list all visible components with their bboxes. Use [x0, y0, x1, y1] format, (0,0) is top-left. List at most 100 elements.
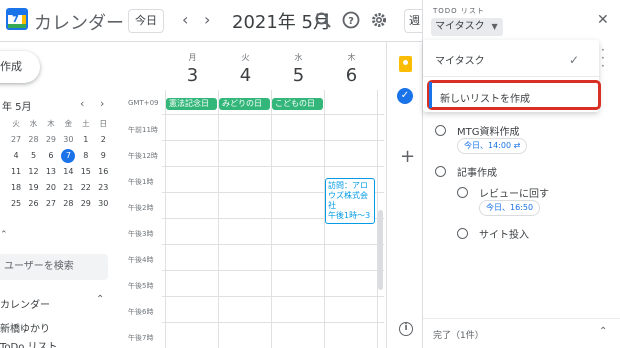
allday-event[interactable]: みどりの日 [219, 98, 270, 110]
hour-line [162, 322, 384, 323]
task-complete-radio[interactable] [435, 166, 446, 177]
chevron-up-icon[interactable]: ⌃ [96, 294, 104, 305]
day-header[interactable]: 水5 [272, 52, 325, 86]
mini-day[interactable]: 22 [77, 180, 94, 196]
mini-calendar-month: 年 5月 [2, 102, 32, 113]
mini-prev-button[interactable]: ‹ [80, 97, 84, 110]
timezone-label: GMT+09 [128, 99, 159, 107]
mini-day[interactable]: 6 [42, 148, 59, 164]
mini-dow: 火 [12, 119, 20, 128]
allday-event[interactable]: 憲法記念日 [166, 98, 217, 110]
mini-calendar-header-row: 火 水 木 金 土 日 [0, 116, 112, 132]
hour-line [162, 140, 384, 141]
task-complete-radio[interactable] [435, 125, 446, 136]
more-vert-icon[interactable]: · · · [601, 44, 605, 72]
mini-day-selected[interactable]: 7 [60, 148, 77, 164]
subtask-title[interactable]: レビューに回す [479, 185, 549, 200]
dropdown-arrow-icon: ▼ [491, 22, 498, 31]
mini-day[interactable]: 12 [25, 164, 42, 180]
help-icon[interactable]: ? [342, 11, 360, 29]
create-new-list-menu-item[interactable]: 新しいリストを作成 [427, 80, 601, 110]
settings-gear-icon[interactable] [370, 11, 388, 29]
calendar-item[interactable]: 新橋ゆかり [0, 320, 50, 335]
day-header[interactable]: 木6 [325, 52, 378, 86]
calendar-event[interactable]: 訪問：アロ ウズ株式会 社 午後1時〜3 [325, 178, 375, 224]
mini-day[interactable]: 9 [95, 148, 112, 164]
hour-line [162, 270, 384, 271]
mini-day[interactable]: 14 [60, 164, 77, 180]
app-title: カレンダー [34, 13, 124, 34]
day-header[interactable]: 火4 [219, 52, 272, 86]
completed-label: 完了（1件） [433, 331, 484, 341]
mini-day[interactable]: 27 [42, 196, 59, 212]
mini-day[interactable]: 27 [7, 132, 24, 148]
mini-day[interactable]: 20 [42, 180, 59, 196]
keep-icon[interactable] [399, 56, 412, 72]
my-calendars-header[interactable]: カレンダー [0, 296, 50, 311]
prev-week-button[interactable]: ‹ [182, 10, 188, 29]
mini-day[interactable]: 28 [60, 196, 77, 212]
calendar-item[interactable]: ToDo リスト [0, 338, 58, 348]
task-list-selector[interactable]: マイタスク ▼ [431, 18, 503, 36]
mini-day[interactable]: 30 [95, 196, 112, 212]
allday-event[interactable]: こどもの日 [272, 98, 323, 110]
check-icon: ✓ [569, 53, 580, 67]
collapse-caret-icon[interactable]: ⌃ [0, 230, 8, 240]
subtask-complete-radio[interactable] [457, 228, 468, 239]
add-addon-icon[interactable]: + [400, 146, 415, 167]
task-due-chip[interactable]: 今日、14:00 ⇄ [457, 138, 528, 154]
subtask-title[interactable]: サイト投入 [479, 226, 529, 241]
mini-day[interactable]: 26 [25, 196, 42, 212]
mini-day[interactable]: 8 [77, 148, 94, 164]
mini-day[interactable]: 25 [7, 196, 24, 212]
search-icon[interactable] [314, 11, 332, 29]
chevron-up-icon[interactable]: ⌃ [599, 326, 607, 337]
day-divider [218, 90, 219, 348]
today-button[interactable]: 今日 [128, 9, 164, 33]
hour-line [162, 114, 384, 115]
mini-day[interactable]: 28 [25, 132, 42, 148]
menu-item-my-tasks[interactable]: マイタスク [435, 52, 485, 67]
task-title[interactable]: MTG資料作成 [457, 123, 520, 138]
mini-day[interactable]: 29 [42, 132, 59, 148]
hour-line [162, 166, 384, 167]
mini-dow: 土 [82, 119, 90, 128]
mini-day[interactable]: 11 [7, 164, 24, 180]
mini-day[interactable]: 30 [60, 132, 77, 148]
time-label: 午後2時 [128, 204, 154, 212]
mini-day[interactable]: 2 [95, 132, 112, 148]
view-switcher-button[interactable]: 週 [404, 9, 424, 33]
mini-day[interactable]: 19 [25, 180, 42, 196]
day-header[interactable]: 月3 [166, 52, 219, 86]
mini-day[interactable]: 29 [77, 196, 94, 212]
tasks-check-icon[interactable]: ✓ [397, 88, 413, 104]
next-week-button[interactable]: › [204, 10, 210, 29]
hour-line [162, 296, 384, 297]
mini-calendar-week: 27 28 29 30 1 2 [0, 132, 112, 148]
subtask-due-chip[interactable]: 今日、16:50 [479, 200, 541, 216]
side-panel-strip: ✓ + i [386, 42, 422, 348]
info-icon[interactable]: i [399, 322, 413, 336]
close-icon[interactable]: ✕ [597, 12, 609, 28]
subtask-complete-radio[interactable] [457, 187, 468, 198]
mini-next-button[interactable]: › [100, 97, 104, 110]
calendar-logo-icon[interactable]: 7 [6, 8, 28, 30]
mini-day[interactable]: 18 [7, 180, 24, 196]
grid-scrollbar[interactable] [378, 210, 383, 290]
create-button[interactable]: 作成 [0, 51, 40, 83]
mini-dow: 金 [64, 119, 73, 128]
completed-section[interactable]: 完了（1件） ⌃ [423, 318, 620, 348]
task-title[interactable]: 記事作成 [457, 164, 497, 179]
mini-calendar-week: 4 5 6 7 8 9 [0, 148, 112, 164]
mini-day[interactable]: 21 [60, 180, 77, 196]
mini-day[interactable]: 15 [77, 164, 94, 180]
mini-day[interactable]: 13 [42, 164, 59, 180]
top-bar: 7 カレンダー 今日 ‹ › 2021年 5月 ? 週 [0, 0, 424, 42]
search-users-input[interactable]: ユーザーを検索 [0, 254, 108, 280]
mini-day[interactable]: 16 [95, 164, 112, 180]
mini-dow: 木 [47, 119, 55, 128]
mini-day[interactable]: 23 [95, 180, 112, 196]
mini-day[interactable]: 1 [77, 132, 94, 148]
mini-day[interactable]: 5 [25, 148, 42, 164]
mini-day[interactable]: 4 [7, 148, 24, 164]
